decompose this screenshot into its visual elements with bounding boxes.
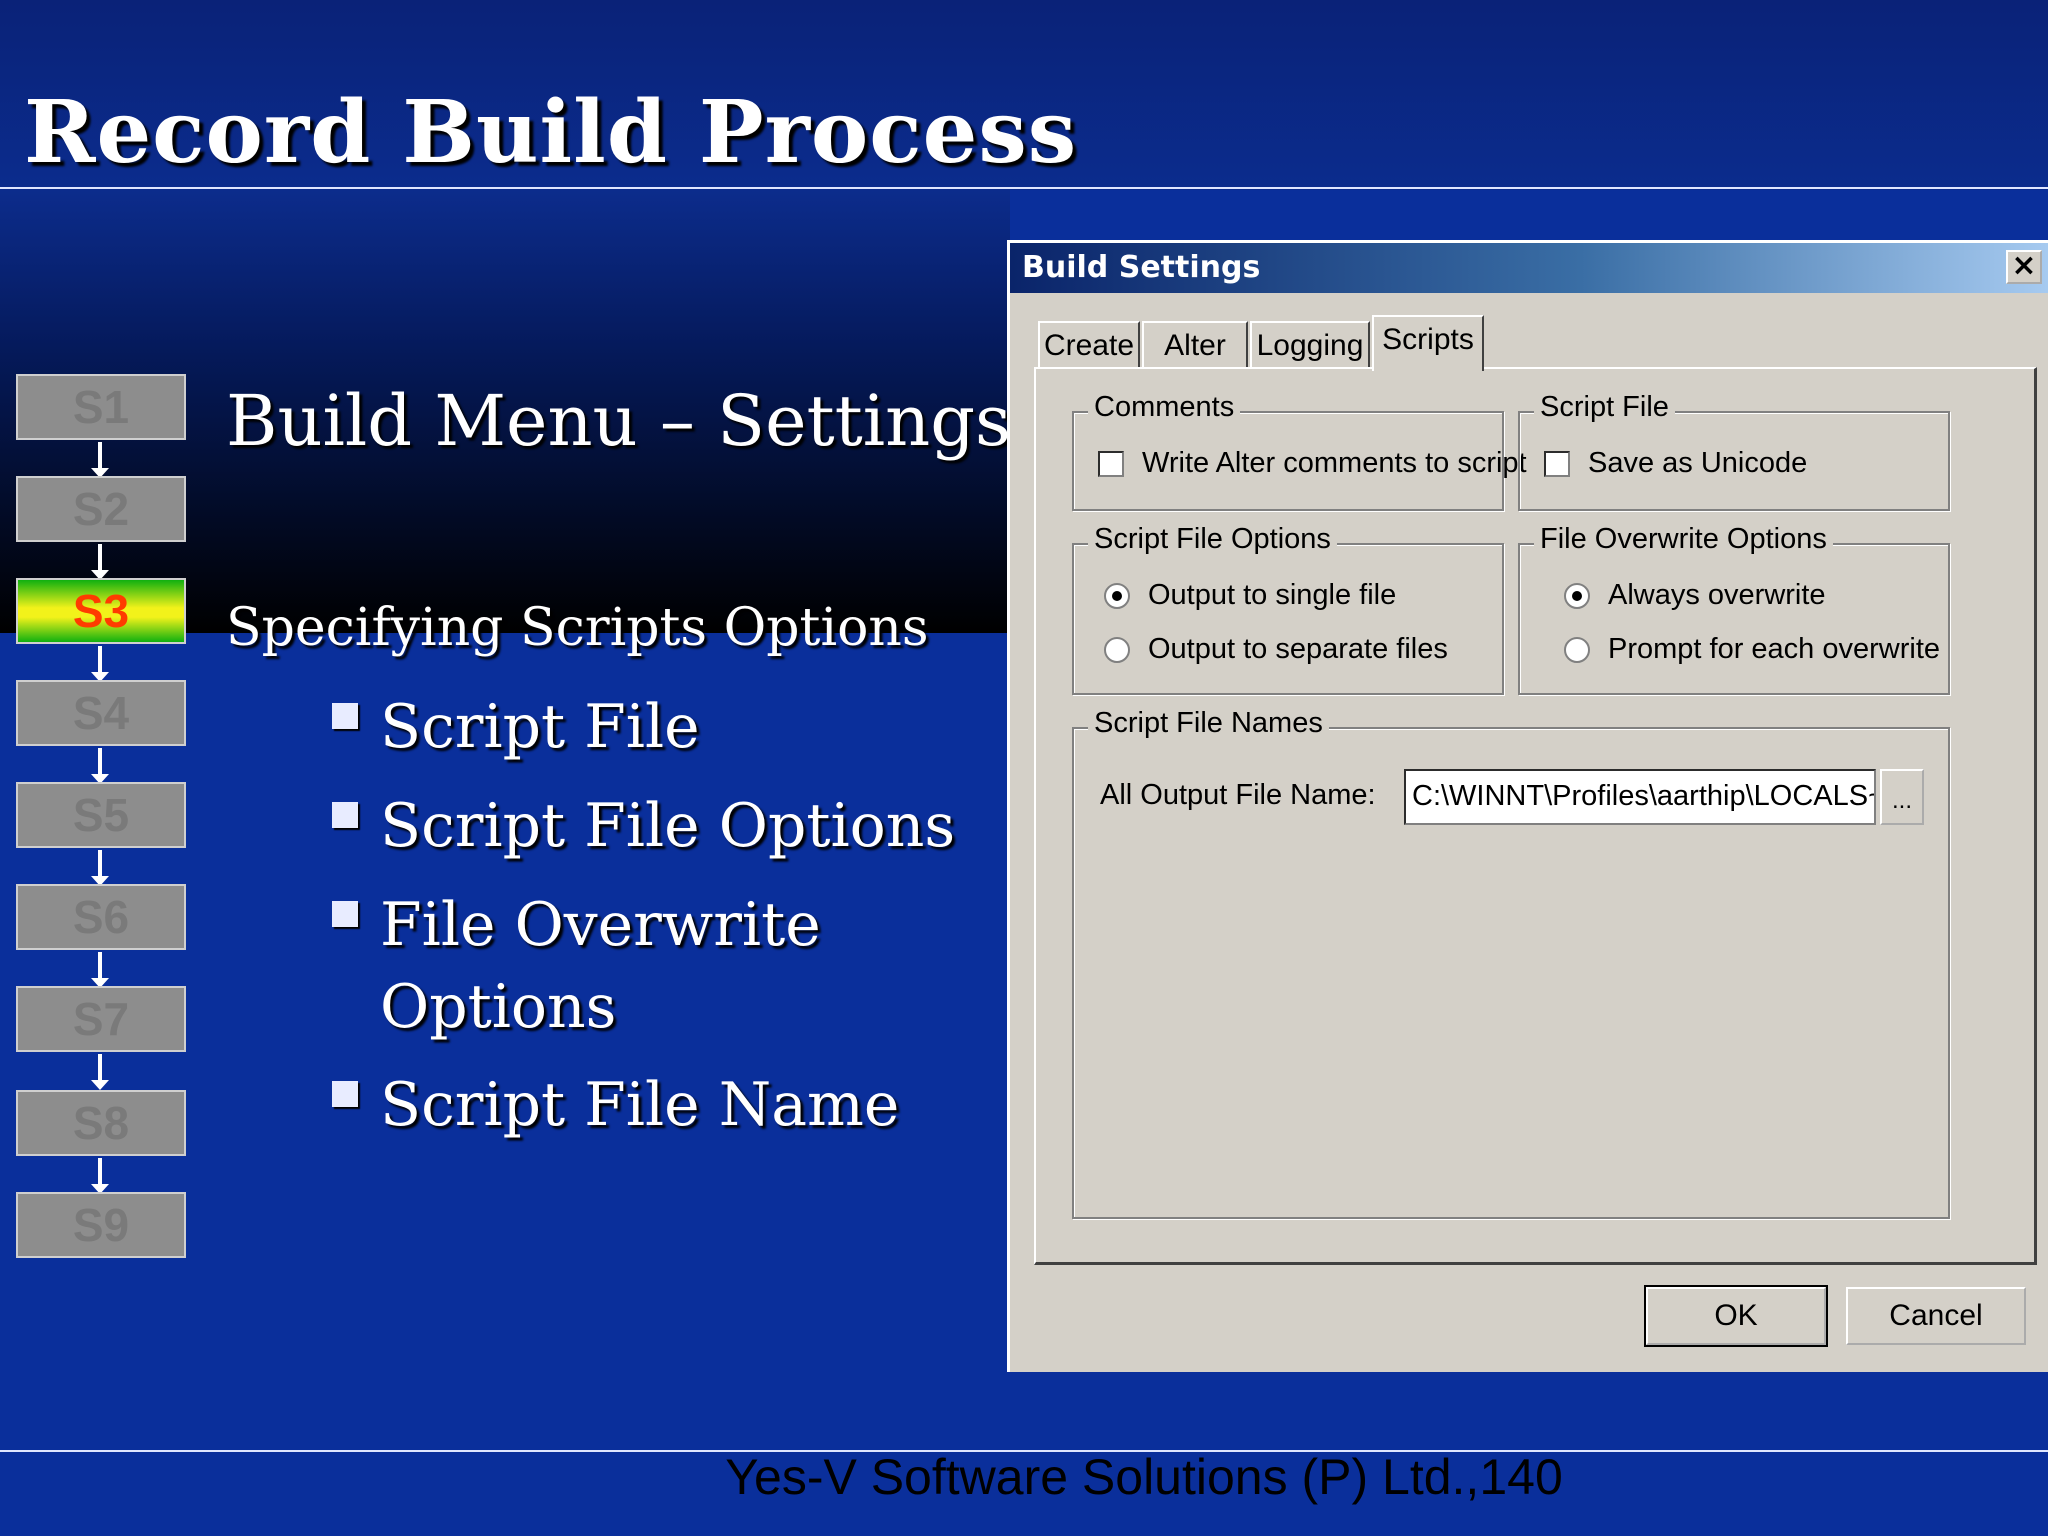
slide-subtitle: Build Menu – Settings [226, 380, 1011, 462]
step-s7[interactable]: S7 [16, 986, 186, 1052]
tab-logging[interactable]: Logging [1250, 321, 1370, 367]
step-s6[interactable]: S6 [16, 884, 186, 950]
script-file-options-legend: Script File Options [1088, 523, 1337, 556]
output-separate-files-radio[interactable] [1104, 636, 1130, 663]
dialog-titlebar[interactable]: Build Settings × [1010, 243, 2048, 293]
step-arrow-icon [91, 850, 109, 886]
step-arrow-icon [91, 1054, 109, 1090]
browse-button[interactable]: ... [1880, 769, 1924, 825]
script-file-names-group: Script File Names All Output File Name: … [1072, 707, 1950, 1219]
always-overwrite-option[interactable]: Always overwrite [1564, 579, 1826, 612]
step-s9[interactable]: S9 [16, 1192, 186, 1258]
cancel-button[interactable]: Cancel [1846, 1287, 2026, 1345]
comments-group: Comments Write Alter comments to script [1072, 391, 1527, 511]
section-heading: Specifying Scripts Options [226, 598, 929, 658]
step-s3[interactable]: S3 [16, 578, 186, 644]
script-file-names-legend: Script File Names [1088, 707, 1329, 740]
step-arrow-icon [91, 748, 109, 784]
tab-scripts[interactable]: Scripts [1372, 315, 1484, 371]
scripts-tab-panel: Comments Write Alter comments to script … [1034, 367, 2037, 1265]
write-alter-comments-checkbox[interactable] [1098, 450, 1124, 477]
slide-title: Record Build Process [24, 82, 1078, 183]
step-arrow-icon [91, 1158, 109, 1194]
title-divider [0, 187, 2048, 189]
step-arrow-icon [91, 646, 109, 682]
step-s5[interactable]: S5 [16, 782, 186, 848]
prompt-each-overwrite-label: Prompt for each overwrite [1608, 633, 1941, 665]
file-overwrite-options-group: File Overwrite Options Always overwrite … [1518, 523, 1950, 695]
output-single-file-option[interactable]: Output to single file [1104, 579, 1396, 612]
output-file-name-input[interactable]: C:\WINNT\Profiles\aarthip\LOCALS~ [1404, 769, 1876, 825]
bullet-square-icon [332, 901, 358, 927]
output-file-name-label: All Output File Name: [1100, 779, 1376, 811]
bullet-square-icon [332, 1081, 358, 1107]
dialog-title: Build Settings [1022, 250, 1261, 285]
always-overwrite-label: Always overwrite [1608, 579, 1826, 611]
write-alter-comments-option[interactable]: Write Alter comments to script [1098, 447, 1527, 480]
write-alter-comments-label: Write Alter comments to script [1142, 447, 1527, 479]
script-file-options-group: Script File Options Output to single fil… [1072, 523, 1504, 695]
bullet-item: Script File Options [380, 791, 956, 861]
bullet-item-continuation: Options [380, 972, 617, 1042]
script-file-legend: Script File [1534, 391, 1675, 424]
build-settings-dialog: Build Settings × Create Alter Logging Sc… [1007, 240, 2048, 1372]
output-separate-files-option[interactable]: Output to separate files [1104, 633, 1448, 666]
tab-alter[interactable]: Alter [1142, 321, 1248, 367]
bullet-square-icon [332, 802, 358, 828]
slide-footer: Yes-V Software Solutions (P) Ltd.,140 [725, 1449, 1563, 1505]
output-separate-files-label: Output to separate files [1148, 633, 1448, 665]
output-single-file-label: Output to single file [1148, 579, 1397, 611]
file-overwrite-options-legend: File Overwrite Options [1534, 523, 1833, 556]
output-single-file-radio[interactable] [1104, 582, 1130, 609]
save-as-unicode-option[interactable]: Save as Unicode [1544, 447, 1807, 480]
step-s1[interactable]: S1 [16, 374, 186, 440]
step-s2[interactable]: S2 [16, 476, 186, 542]
bullet-item: Script File Name [380, 1070, 900, 1140]
bullet-item: Script File [380, 692, 700, 762]
prompt-each-overwrite-radio[interactable] [1564, 636, 1590, 663]
step-arrow-icon [91, 952, 109, 988]
ok-button[interactable]: OK [1644, 1285, 1828, 1347]
close-button[interactable]: × [2006, 250, 2042, 284]
save-as-unicode-checkbox[interactable] [1544, 450, 1570, 477]
tab-create[interactable]: Create [1038, 321, 1140, 367]
step-s8[interactable]: S8 [16, 1090, 186, 1156]
comments-legend: Comments [1088, 391, 1241, 424]
prompt-each-overwrite-option[interactable]: Prompt for each overwrite [1564, 633, 1940, 666]
script-file-group: Script File Save as Unicode [1518, 391, 1950, 511]
bullet-square-icon [332, 703, 358, 729]
step-arrow-icon [91, 442, 109, 478]
always-overwrite-radio[interactable] [1564, 582, 1590, 609]
bullet-item: File Overwrite [380, 890, 821, 960]
step-arrow-icon [91, 544, 109, 580]
save-as-unicode-label: Save as Unicode [1588, 447, 1808, 479]
step-s4[interactable]: S4 [16, 680, 186, 746]
